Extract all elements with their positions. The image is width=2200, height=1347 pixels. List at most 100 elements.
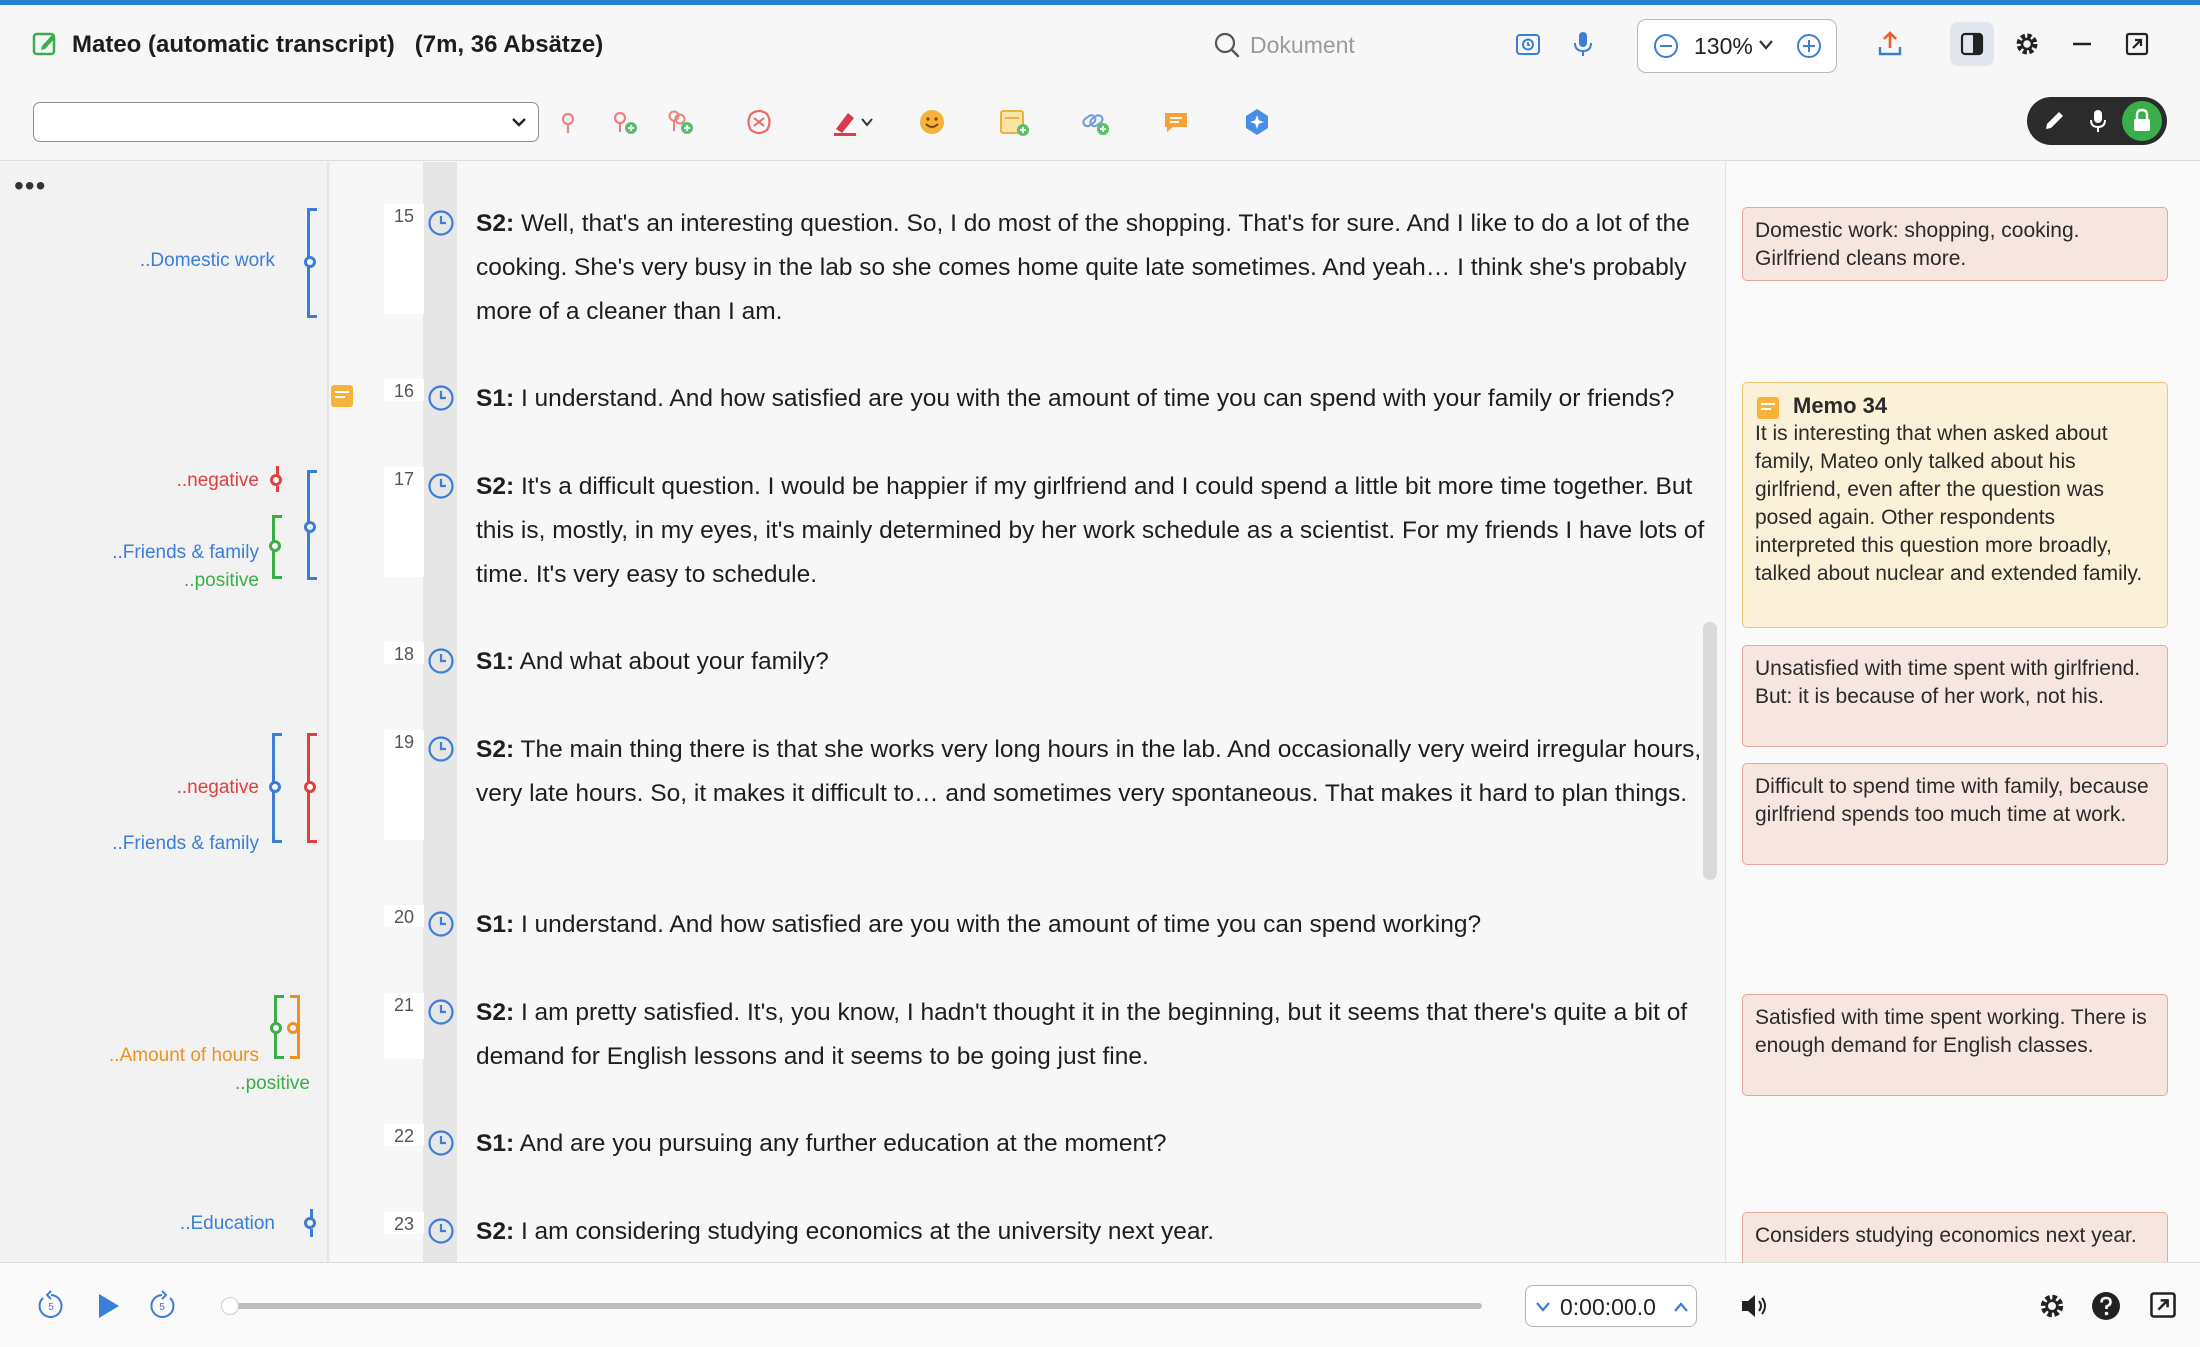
gear-icon[interactable] bbox=[2036, 1290, 2068, 1322]
code-bracket-node[interactable] bbox=[287, 1022, 299, 1034]
paragraph-text[interactable]: S2: It's a difficult question. I would b… bbox=[476, 465, 1706, 597]
paragraph-number[interactable]: 19 bbox=[384, 732, 424, 753]
paragraph-number[interactable]: 16 bbox=[384, 381, 424, 402]
progress-track[interactable] bbox=[226, 1303, 1482, 1309]
memo-card[interactable]: Domestic work: shopping, cooking. Girlfr… bbox=[1742, 207, 2168, 281]
paragraph-text[interactable]: S2: I am considering studying economics … bbox=[476, 1210, 1706, 1254]
add-memo-button[interactable] bbox=[992, 100, 1036, 144]
paragraph-number[interactable]: 18 bbox=[384, 644, 424, 665]
lock-button[interactable] bbox=[2122, 101, 2162, 141]
clock-icon[interactable] bbox=[426, 909, 456, 939]
utterance: I am pretty satisfied. It's, you know, I… bbox=[476, 999, 1688, 1070]
memo-card[interactable]: Satisfied with time spent working. There… bbox=[1742, 994, 2168, 1096]
popout-icon[interactable] bbox=[2148, 1290, 2178, 1320]
memo-card[interactable]: Unsatisfied with time spent with girlfri… bbox=[1742, 645, 2168, 747]
playback-time[interactable]: 0:00:00.0 bbox=[1560, 1294, 1656, 1321]
microphone-icon[interactable] bbox=[2085, 108, 2111, 134]
code-bracket-node[interactable] bbox=[269, 781, 281, 793]
zoom-out-icon[interactable] bbox=[1652, 32, 1680, 60]
skip-back-icon[interactable]: 5 bbox=[34, 1289, 68, 1323]
code-bracket-node[interactable] bbox=[304, 521, 316, 533]
skip-forward-icon[interactable]: 5 bbox=[145, 1289, 179, 1323]
clock-icon[interactable] bbox=[426, 208, 456, 238]
minimize-button[interactable] bbox=[2060, 22, 2104, 66]
play-icon[interactable] bbox=[91, 1289, 125, 1323]
microphone-icon bbox=[1574, 32, 1592, 56]
speaker-label: S1: bbox=[476, 1130, 515, 1157]
progress-knob[interactable] bbox=[221, 1297, 239, 1315]
ai-assist-button[interactable] bbox=[1235, 100, 1279, 144]
paragraph-number[interactable]: 20 bbox=[384, 907, 424, 928]
paragraph-text[interactable]: S1: I understand. And how satisfied are … bbox=[476, 903, 1706, 947]
paragraph-text[interactable]: S1: I understand. And how satisfied are … bbox=[476, 377, 1706, 421]
clock-icon[interactable] bbox=[426, 646, 456, 676]
export-button[interactable] bbox=[1868, 22, 1912, 66]
code-brain-button[interactable] bbox=[737, 100, 781, 144]
memo-card-34[interactable]: Memo 34 It is interesting that when aske… bbox=[1742, 382, 2168, 628]
paragraph-text[interactable]: S2: Well, that's an interesting question… bbox=[476, 202, 1706, 334]
clock-icon[interactable] bbox=[426, 471, 456, 501]
chevron-up-icon[interactable] bbox=[1672, 1299, 1690, 1315]
code-label-positive[interactable]: ..positive bbox=[184, 570, 259, 592]
code-bracket-node[interactable] bbox=[304, 781, 316, 793]
timestamp-button[interactable] bbox=[1506, 22, 1550, 66]
code-label-negative[interactable]: ..negative bbox=[177, 777, 259, 799]
time-stepper[interactable]: 0:00:00.0 bbox=[1525, 1285, 1697, 1327]
chevron-down-icon[interactable] bbox=[1758, 38, 1774, 52]
code-label-amount-of-hours[interactable]: ..Amount of hours bbox=[109, 1045, 259, 1067]
code-bracket-node[interactable] bbox=[269, 540, 281, 552]
code-selector[interactable] bbox=[33, 102, 539, 142]
highlighter-button[interactable] bbox=[822, 100, 882, 144]
document-title: Mateo (automatic transcript) (7m, 36 Abs… bbox=[72, 31, 603, 59]
code-label-negative[interactable]: ..negative bbox=[177, 470, 259, 492]
code-label-friends-family[interactable]: ..Friends & family bbox=[112, 542, 259, 564]
search-input[interactable] bbox=[1250, 27, 1450, 63]
comment-button[interactable] bbox=[1154, 100, 1198, 144]
paragraph-text[interactable]: S2: I am pretty satisfied. It's, you kno… bbox=[476, 991, 1706, 1079]
emoji-code-button[interactable] bbox=[910, 100, 954, 144]
paragraph-number[interactable]: 21 bbox=[384, 995, 424, 1016]
transcript-scrollbar[interactable] bbox=[1703, 622, 1717, 880]
code-label-friends-family[interactable]: ..Friends & family bbox=[112, 833, 259, 855]
zoom-in-icon[interactable] bbox=[1795, 32, 1823, 60]
help-icon[interactable] bbox=[2090, 1290, 2122, 1322]
paragraph-number[interactable]: 17 bbox=[384, 469, 424, 490]
add-multiple-codes-button[interactable] bbox=[658, 100, 702, 144]
emoji-icon bbox=[920, 110, 944, 134]
link-button[interactable] bbox=[1073, 100, 1117, 144]
edit-mode-icon[interactable] bbox=[2041, 108, 2067, 134]
speaker-label: S2: bbox=[476, 1218, 515, 1245]
edit-document-icon[interactable] bbox=[30, 29, 60, 59]
code-label-education[interactable]: ..Education bbox=[180, 1213, 275, 1235]
code-bracket-node[interactable] bbox=[304, 256, 316, 268]
zoom-level[interactable]: 130% bbox=[1694, 33, 1753, 60]
add-code-button[interactable] bbox=[602, 100, 646, 144]
code-label-domestic-work[interactable]: ..Domestic work bbox=[140, 250, 275, 272]
memo-card[interactable]: Difficult to spend time with family, bec… bbox=[1742, 763, 2168, 865]
paragraph-number[interactable]: 23 bbox=[384, 1214, 424, 1235]
microphone-button[interactable] bbox=[1561, 22, 1605, 66]
popout-button[interactable] bbox=[2115, 22, 2159, 66]
code-label-positive[interactable]: ..positive bbox=[235, 1073, 310, 1095]
clock-icon[interactable] bbox=[426, 997, 456, 1027]
document-name: Mateo (automatic transcript) bbox=[72, 31, 395, 58]
settings-button[interactable] bbox=[2005, 22, 2049, 66]
utterance: And are you pursuing any further educati… bbox=[514, 1130, 1167, 1157]
paragraph-text[interactable]: S1: And what about your family? bbox=[476, 640, 1706, 684]
paragraph-number[interactable]: 22 bbox=[384, 1126, 424, 1147]
chevron-down-icon[interactable] bbox=[1534, 1299, 1552, 1315]
highlighter-icon bbox=[834, 113, 856, 136]
paragraph-number[interactable]: 15 bbox=[384, 206, 424, 227]
volume-icon[interactable] bbox=[1738, 1290, 1772, 1322]
toggle-sidebar-button[interactable] bbox=[1950, 22, 1994, 66]
more-options-icon[interactable]: ••• bbox=[14, 172, 46, 200]
sidebar-toggle-icon bbox=[1960, 32, 1984, 56]
paragraph-text[interactable]: S1: And are you pursuing any further edu… bbox=[476, 1122, 1706, 1166]
clock-icon[interactable] bbox=[426, 1128, 456, 1158]
paragraph-text[interactable]: S2: The main thing there is that she wor… bbox=[476, 728, 1706, 816]
clock-icon[interactable] bbox=[426, 383, 456, 413]
clock-icon[interactable] bbox=[426, 734, 456, 764]
clock-icon[interactable] bbox=[426, 1216, 456, 1246]
code-bracket-node[interactable] bbox=[270, 1022, 282, 1034]
pin-code-button[interactable] bbox=[546, 100, 590, 144]
